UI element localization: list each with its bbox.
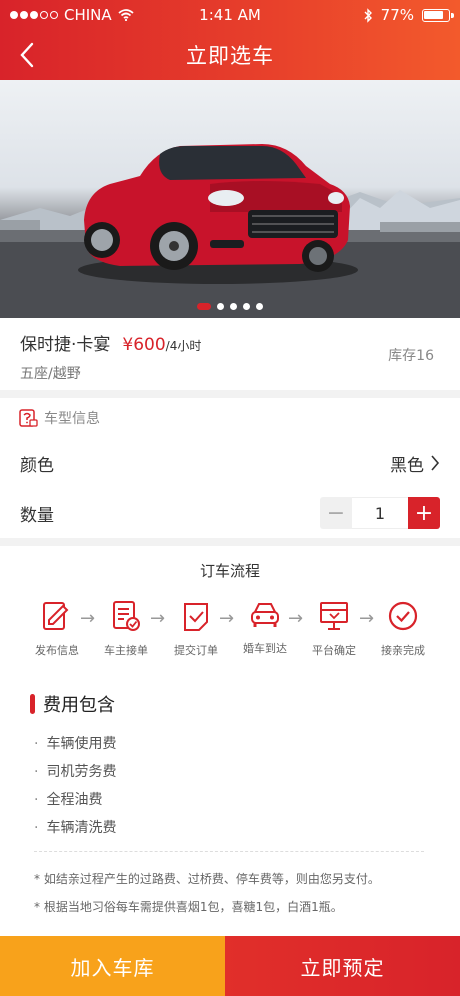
- section-title: 车型信息: [44, 411, 100, 427]
- car-photo: [0, 144, 460, 318]
- color-selector[interactable]: 黑色: [390, 451, 440, 476]
- car-info-icon: [19, 409, 38, 427]
- quantity-row: 数量 − 1 +: [0, 488, 460, 538]
- step-label: 接亲完成: [381, 644, 425, 657]
- battery-icon: [422, 8, 454, 22]
- divider: [34, 851, 424, 852]
- car-spec: 五座/越野: [20, 366, 81, 382]
- quantity-stepper: − 1 +: [320, 497, 440, 529]
- doc-check-icon: [113, 601, 140, 631]
- process-title: 订车流程: [199, 562, 260, 580]
- wifi-icon: [118, 9, 134, 21]
- process-steps: 发布信息 → 车主接单 → 提交订单 → 婚车到达 → 平台确定 → 接亲完成: [0, 600, 460, 670]
- signal-strength-icon: [10, 11, 58, 19]
- accent-bar: [30, 694, 35, 714]
- fee-item: 全程油费: [34, 786, 116, 814]
- monitor-icon: [320, 602, 348, 630]
- step-label: 婚车到达: [243, 642, 287, 655]
- check-circle-icon: [388, 601, 418, 631]
- page-title: 立即选车: [186, 44, 274, 68]
- quantity-value[interactable]: 1: [352, 497, 408, 529]
- color-row[interactable]: 颜色 黑色: [0, 438, 460, 488]
- order-check-icon: [184, 603, 208, 631]
- status-bar: CHINA 1:41 AM 77%: [0, 0, 460, 30]
- price-block: ¥600/4小时: [122, 335, 201, 355]
- color-label: 颜色: [20, 455, 54, 476]
- header: CHINA 1:41 AM 77% 立即选车: [0, 0, 460, 80]
- add-to-garage-button[interactable]: 加入车库: [0, 936, 225, 996]
- car-price: ¥600: [122, 335, 166, 355]
- status-right: 77%: [290, 6, 454, 24]
- book-now-button[interactable]: 立即预定: [225, 936, 460, 996]
- carrier-name: CHINA: [64, 6, 112, 24]
- carousel-dot[interactable]: [243, 303, 250, 310]
- model-info-section: 车型信息 颜色 黑色 数量 − 1 +: [0, 398, 460, 538]
- car-icon: [251, 603, 279, 627]
- section-header: 车型信息: [0, 398, 460, 438]
- booking-process-section: 订车流程 发布信息 → 车主接单 → 提交订单 → 婚车到达 → 平台确定 → …: [0, 546, 460, 936]
- step-complete: 接亲完成: [368, 600, 438, 658]
- car-name: 保时捷·卡宴: [20, 335, 111, 355]
- stock-count: 库存16: [388, 348, 434, 364]
- fees-header: 费用包含: [30, 691, 115, 717]
- increment-button[interactable]: +: [408, 497, 440, 529]
- carousel-indicator: [0, 303, 460, 310]
- carrier-signal: CHINA: [10, 6, 170, 24]
- back-button[interactable]: [10, 38, 44, 72]
- battery-percent: 77%: [380, 6, 414, 24]
- fee-item: 车辆使用费: [34, 730, 116, 758]
- quantity-label: 数量: [20, 505, 54, 526]
- fee-note: * 如结亲过程产生的过路费、过桥费、停车费等，则由您另支付。: [34, 872, 380, 886]
- step-label: 平台确定: [312, 644, 356, 657]
- carousel-dot[interactable]: [230, 303, 237, 310]
- decrement-button[interactable]: −: [320, 497, 352, 529]
- car-image-carousel[interactable]: [0, 80, 460, 318]
- car-info-card: 保时捷·卡宴 ¥600/4小时 五座/越野 库存16: [0, 318, 460, 390]
- carousel-dot[interactable]: [217, 303, 224, 310]
- bottom-action-bar: 加入车库 立即预定: [0, 936, 460, 996]
- car-title-row: 保时捷·卡宴 ¥600/4小时: [20, 330, 440, 355]
- nav-bar: 立即选车: [0, 30, 460, 80]
- color-value: 黑色: [390, 455, 424, 476]
- carousel-dot[interactable]: [197, 303, 211, 310]
- status-time: 1:41 AM: [199, 6, 261, 24]
- chevron-right-icon: [431, 455, 440, 471]
- fee-item: 司机劳务费: [34, 758, 116, 786]
- fee-item: 车辆清洗费: [34, 814, 116, 842]
- step-label: 车主接单: [104, 644, 148, 657]
- fee-list: 车辆使用费 司机劳务费 全程油费 车辆清洗费: [34, 730, 116, 842]
- step-label: 提交订单: [174, 644, 218, 657]
- chevron-left-icon: [20, 42, 34, 68]
- carousel-dot[interactable]: [256, 303, 263, 310]
- bluetooth-icon: [364, 7, 372, 23]
- price-unit: /4小时: [165, 339, 202, 353]
- fee-note: * 根据当地习俗每车需提供喜烟1包，喜糖1包，白酒1瓶。: [34, 900, 343, 914]
- edit-doc-icon: [43, 602, 69, 630]
- fees-title: 费用包含: [43, 695, 115, 716]
- step-label: 发布信息: [35, 644, 79, 657]
- app-root: CHINA 1:41 AM 77% 立即选车 保时捷·卡宴 ¥600/4小时 五…: [0, 0, 460, 996]
